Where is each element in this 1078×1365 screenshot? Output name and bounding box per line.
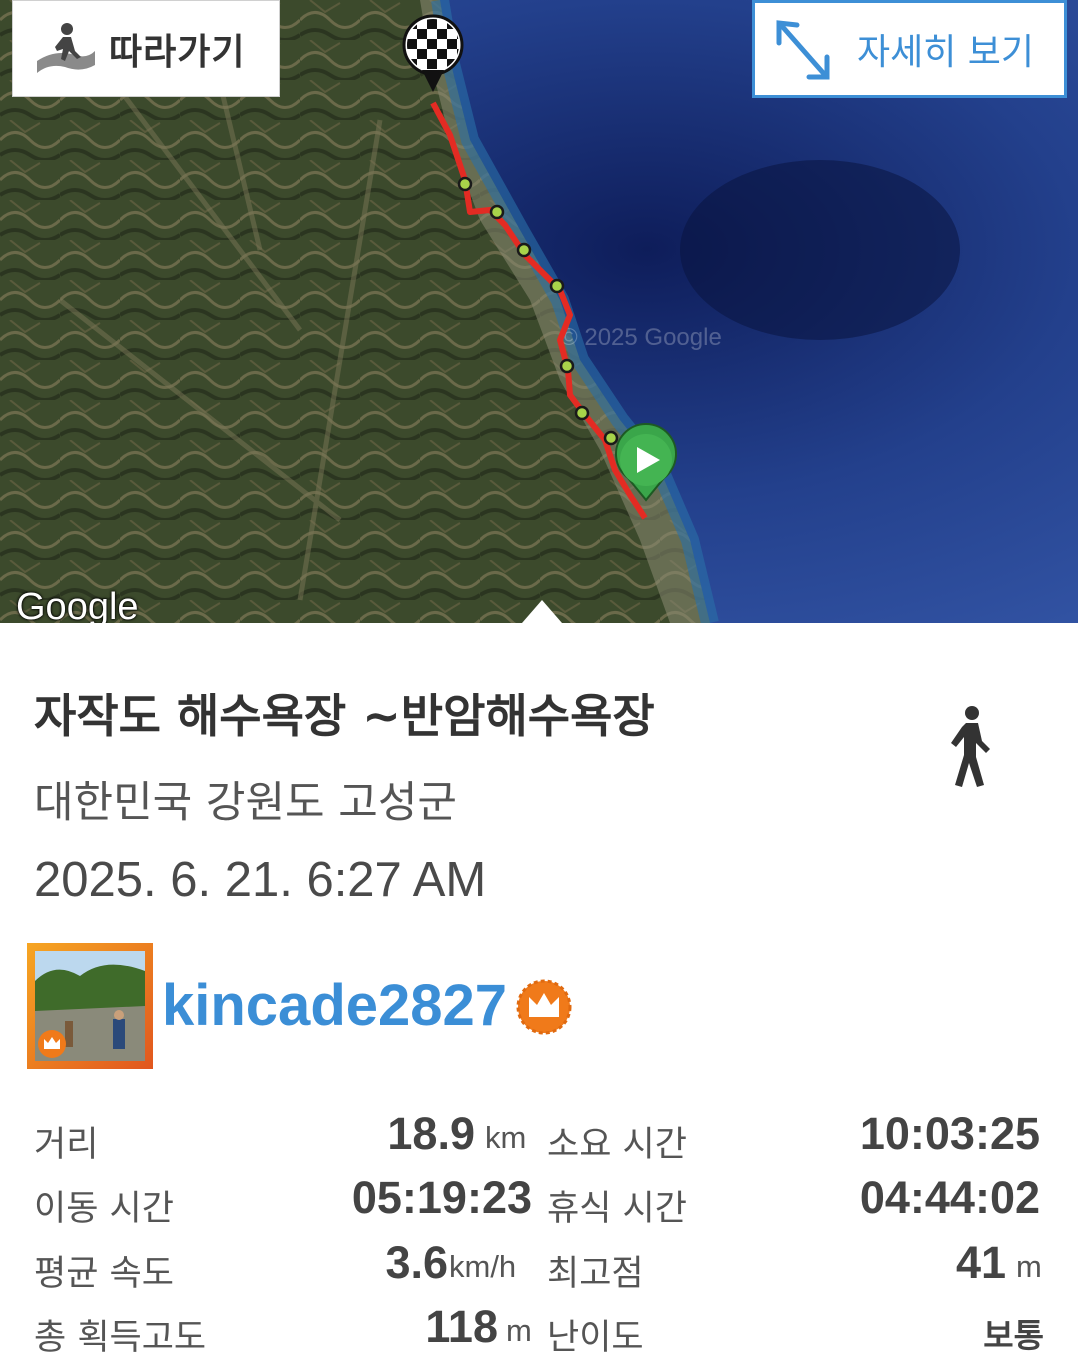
trail-location: 대한민국 강원도 고성군 (34, 778, 457, 828)
moving-time-label: 이동 시간 (34, 1189, 174, 1229)
google-logo: Google (16, 586, 139, 623)
rest-time-value: 04:44:02 (859, 1172, 1040, 1223)
username-link[interactable]: kincade2827 (162, 972, 507, 1039)
expand-arrows-icon (776, 20, 830, 80)
total-time-value: 10:03:25 (859, 1108, 1040, 1159)
map-watermark: © 2025 Google (560, 324, 722, 351)
distance-unit: km (485, 1120, 527, 1155)
total-ascent-unit: m (506, 1313, 532, 1348)
difficulty-label: 난이도 (547, 1318, 644, 1358)
total-time-label: 소요 시간 (547, 1125, 687, 1165)
route-map[interactable]: © 2025 Google 따라가기 자세히 보기 Google (0, 0, 1078, 623)
view-details-button[interactable]: 자세히 보기 (752, 0, 1067, 98)
total-ascent-label: 총 획득고도 (34, 1318, 207, 1358)
walking-person-icon (951, 706, 990, 787)
follow-button[interactable]: 따라가기 (12, 0, 280, 97)
distance-value: 18.9 (387, 1108, 475, 1159)
distance-label: 거리 (34, 1125, 99, 1165)
trail-datetime: 2025. 6. 21. 6:27 AM (34, 853, 487, 907)
view-details-label: 자세히 보기 (857, 32, 1035, 73)
avg-speed-value: 3.6 (385, 1237, 448, 1288)
rest-time-label: 휴식 시간 (547, 1189, 687, 1229)
crown-icon (516, 979, 572, 1035)
avg-speed-label: 평균 속도 (34, 1254, 174, 1294)
max-altitude-value: 41 (955, 1237, 1006, 1288)
avatar[interactable] (27, 943, 153, 1069)
crown-icon (38, 1030, 66, 1058)
max-altitude-label: 최고점 (547, 1254, 644, 1294)
trail-title: 자작도 해수욕장 ~반암해수욕장 (34, 689, 655, 743)
total-ascent-value: 118 (425, 1301, 498, 1352)
map-pointer-notch (522, 600, 562, 623)
avg-speed-unit: km/h (449, 1249, 517, 1284)
max-altitude-unit: m (1016, 1249, 1042, 1284)
follow-label: 따라가기 (109, 31, 246, 73)
moving-time-value: 05:19:23 (351, 1172, 532, 1223)
hiker-follow-icon (37, 22, 95, 73)
difficulty-value: 보통 (983, 1316, 1044, 1355)
